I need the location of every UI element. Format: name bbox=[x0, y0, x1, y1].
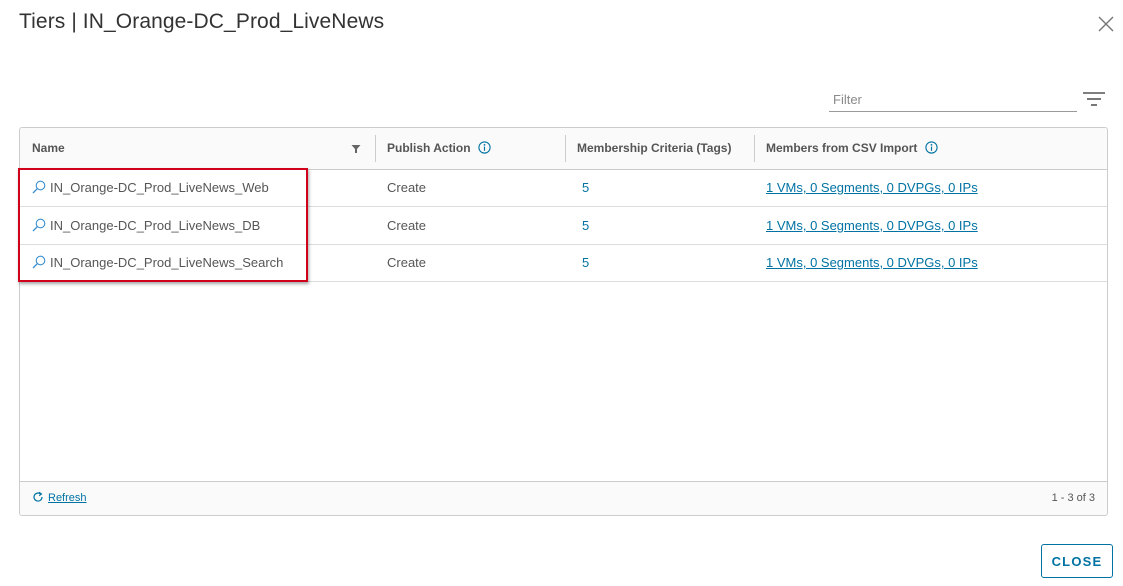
datagrid-header: Name Publish Action Membership Criteria … bbox=[20, 128, 1107, 170]
publish-action-cell: Create bbox=[387, 255, 427, 270]
publish-action-cell: Create bbox=[387, 218, 427, 233]
refresh-icon bbox=[33, 491, 43, 502]
filter-funnel-icon[interactable] bbox=[351, 144, 361, 154]
info-icon[interactable] bbox=[925, 141, 938, 154]
tier-name-cell: IN_Orange-DC_Prod_LiveNews_DB bbox=[32, 207, 260, 244]
column-separator[interactable] bbox=[754, 135, 755, 162]
tier-icon bbox=[32, 180, 46, 194]
publish-action-cell: Create bbox=[387, 180, 427, 195]
table-row[interactable]: IN_Orange-DC_Prod_LiveNews_DB Create 5 1… bbox=[20, 207, 1107, 245]
close-button[interactable]: CLOSE bbox=[1041, 544, 1113, 578]
tier-name-cell: IN_Orange-DC_Prod_LiveNews_Web bbox=[32, 169, 269, 206]
membership-tags-link[interactable]: 5 bbox=[582, 169, 589, 206]
filter-input[interactable] bbox=[829, 89, 1073, 109]
column-header-name[interactable]: Name bbox=[32, 128, 65, 169]
info-icon[interactable] bbox=[478, 141, 491, 154]
column-header-membership-criteria[interactable]: Membership Criteria (Tags) bbox=[577, 128, 731, 169]
tier-icon bbox=[32, 255, 46, 269]
refresh-button[interactable]: Refresh bbox=[32, 482, 87, 515]
tier-name: IN_Orange-DC_Prod_LiveNews_Web bbox=[50, 180, 269, 195]
tier-name: IN_Orange-DC_Prod_LiveNews_DB bbox=[50, 218, 261, 233]
filter-lines-icon[interactable] bbox=[1082, 91, 1106, 107]
table-row[interactable]: IN_Orange-DC_Prod_LiveNews_Search Create… bbox=[20, 244, 1107, 282]
refresh-label: Refresh bbox=[48, 492, 87, 504]
tiers-datagrid: Name Publish Action Membership Criteria … bbox=[19, 127, 1108, 516]
pagination-count: 1 - 3 of 3 bbox=[1051, 492, 1095, 504]
close-icon[interactable] bbox=[1096, 14, 1116, 34]
filter-field bbox=[829, 89, 1077, 112]
tier-name: IN_Orange-DC_Prod_LiveNews_Search bbox=[50, 255, 284, 270]
membership-tags-link[interactable]: 5 bbox=[582, 244, 589, 281]
tier-name-cell: IN_Orange-DC_Prod_LiveNews_Search bbox=[32, 244, 283, 281]
csv-members-link[interactable]: 1 VMs, 0 Segments, 0 DVPGs, 0 IPs bbox=[766, 169, 978, 206]
membership-tags-link[interactable]: 5 bbox=[582, 207, 589, 244]
modal-title: Tiers | IN_Orange-DC_Prod_LiveNews bbox=[19, 10, 385, 33]
csv-members-link[interactable]: 1 VMs, 0 Segments, 0 DVPGs, 0 IPs bbox=[766, 244, 978, 281]
column-header-csv-members[interactable]: Members from CSV Import bbox=[766, 128, 938, 169]
column-header-label: Name bbox=[32, 141, 65, 155]
csv-members-link[interactable]: 1 VMs, 0 Segments, 0 DVPGs, 0 IPs bbox=[766, 207, 978, 244]
column-header-publish-action[interactable]: Publish Action bbox=[387, 128, 491, 169]
column-separator[interactable] bbox=[375, 135, 376, 162]
tier-icon bbox=[32, 218, 46, 232]
column-separator[interactable] bbox=[565, 135, 566, 162]
column-header-label: Membership Criteria (Tags) bbox=[577, 141, 732, 155]
tiers-modal: Tiers | IN_Orange-DC_Prod_LiveNews Name … bbox=[0, 0, 1123, 586]
table-row[interactable]: IN_Orange-DC_Prod_LiveNews_Web Create 5 … bbox=[20, 169, 1107, 207]
column-header-label: Publish Action bbox=[387, 141, 471, 155]
column-header-label: Members from CSV Import bbox=[766, 141, 918, 155]
datagrid-footer: Refresh 1 - 3 of 3 bbox=[20, 481, 1107, 515]
